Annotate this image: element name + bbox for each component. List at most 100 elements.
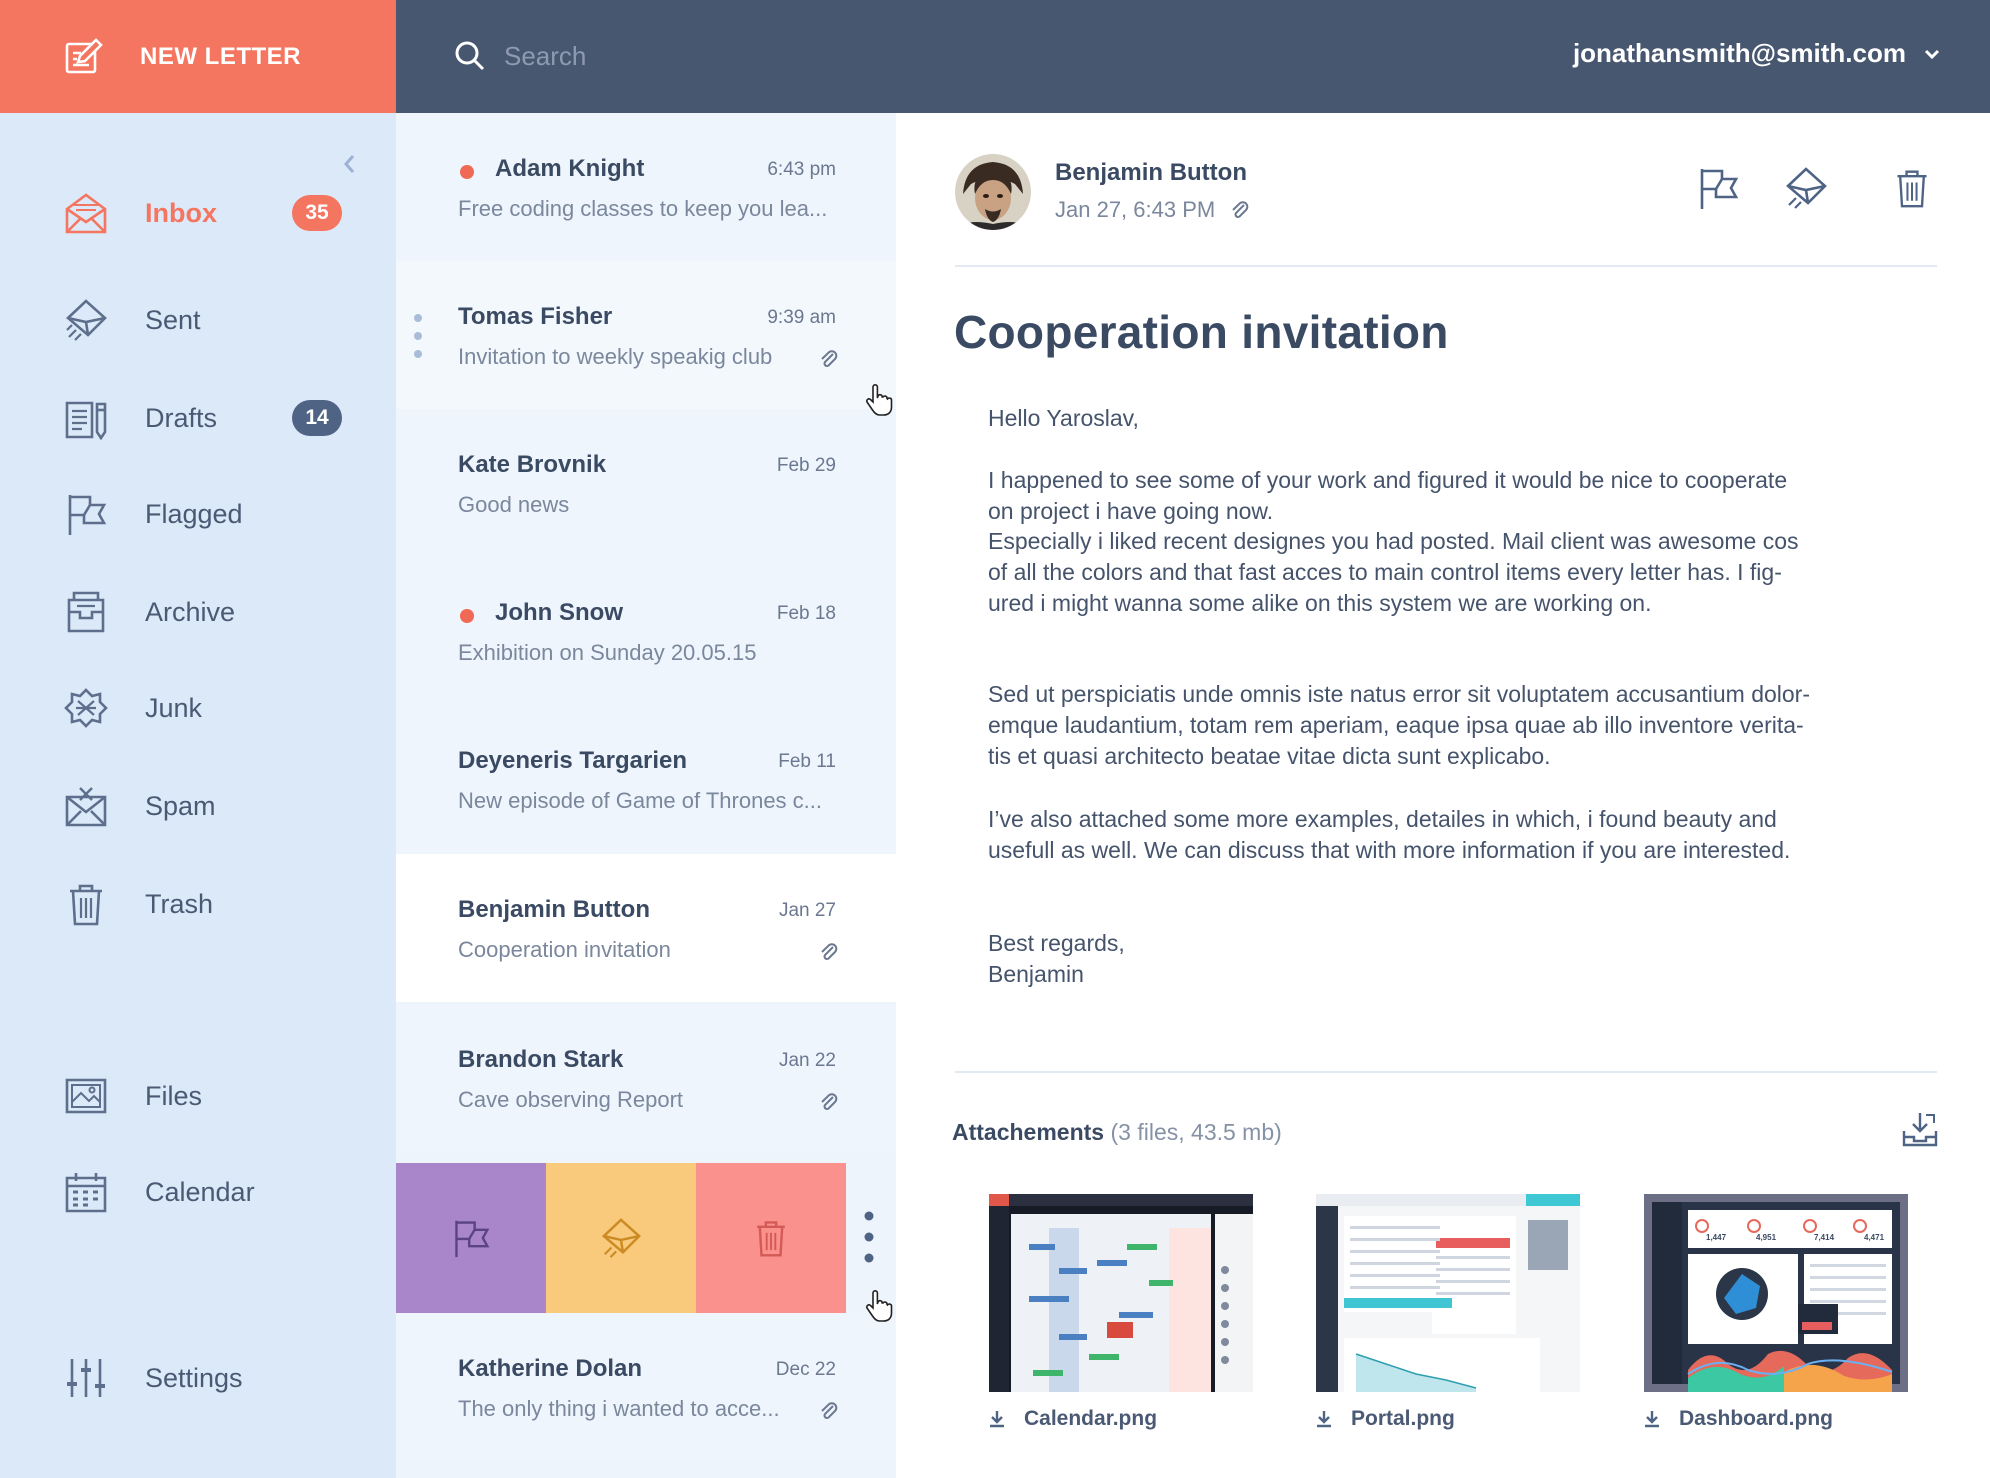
attachments-title: Attachements <box>952 1119 1105 1145</box>
message-sender: Adam Knight <box>495 155 645 182</box>
message-date: 6:43 pm <box>767 159 836 180</box>
attachment-icon <box>821 350 838 367</box>
sender-name: Benjamin Button <box>1055 159 1247 186</box>
body-line: I’ve also attached some more examples, d… <box>988 806 1777 832</box>
attachments-header: Attachements (3 files, 43.5 mb) <box>952 1119 1282 1146</box>
drag-handle-icon[interactable] <box>414 313 422 361</box>
body-line: Especially i liked recent designes you h… <box>988 528 1799 554</box>
attachment-filename: Portal.png <box>1351 1407 1455 1430</box>
sidebar-item-label: Trash <box>145 888 214 919</box>
message-row[interactable]: Tomas Fisher 9:39 am Invitation to weekl… <box>396 261 896 409</box>
sidebar: Inbox 35 Sent Drafts 14 Flagged Archive … <box>0 113 396 1478</box>
message-date: Jan 27 <box>778 900 836 921</box>
new-letter-button[interactable]: NEW LETTER <box>0 0 396 113</box>
attachment-icon <box>821 1093 838 1110</box>
delete-button[interactable] <box>1892 165 1936 213</box>
drafts-count-badge: 14 <box>292 400 342 436</box>
sidebar-item-files[interactable]: Files <box>0 1061 396 1131</box>
sidebar-item-junk[interactable]: Junk <box>0 673 396 743</box>
attachment-filename: Calendar.png <box>1024 1407 1158 1430</box>
message-date: Feb 29 <box>776 455 836 476</box>
sidebar-item-spam[interactable]: Spam <box>0 771 396 841</box>
attachment-icon <box>821 1402 838 1419</box>
message-row[interactable]: Kate Brovnik Feb 29 Good news <box>396 409 896 557</box>
mail-subject: Cooperation invitation <box>954 306 1449 358</box>
attachment-file-dashboard[interactable]: Dashboard.png <box>1644 1407 1833 1431</box>
message-sender: Deyeneris Targarien <box>458 747 687 774</box>
dashboard-stat-3: 7,414 <box>1814 1233 1835 1242</box>
download-icon <box>1317 1411 1331 1428</box>
sidebar-item-flagged[interactable]: Flagged <box>0 479 396 549</box>
sidebar-item-label: Flagged <box>145 498 243 529</box>
mail-paragraph: Especially i liked recent designes you h… <box>988 526 1908 619</box>
sidebar-item-archive[interactable]: Archive <box>0 577 396 647</box>
attachment-filename: Dashboard.png <box>1679 1407 1834 1430</box>
message-date: Jan 22 <box>778 1050 836 1071</box>
sidebar-item-inbox[interactable]: Inbox 35 <box>0 178 396 248</box>
unread-indicator <box>460 609 474 623</box>
message-date: Feb 11 <box>778 751 836 772</box>
hand-cursor-icon <box>866 384 893 416</box>
flag-icon <box>1700 169 1739 209</box>
sidebar-item-label: Spam <box>145 790 216 821</box>
sidebar-item-settings[interactable]: Settings <box>0 1343 396 1413</box>
mail-signature: Best regards, Benjamin <box>988 928 1908 990</box>
hand-cursor-icon <box>866 1290 893 1322</box>
body-line: on project i have going now. <box>988 498 1274 524</box>
chevron-down-icon <box>1924 49 1940 59</box>
inbox-count-badge: 35 <box>292 195 342 231</box>
attachment-file-calendar[interactable]: Calendar.png <box>989 1407 1157 1431</box>
message-row[interactable]: Brandon Stark Jan 22 Cave observing Repo… <box>396 1004 896 1152</box>
download-icon <box>1645 1411 1659 1428</box>
swipe-actions <box>396 1163 846 1313</box>
mark-read-button[interactable] <box>1784 165 1828 213</box>
swipe-mark-read-button[interactable] <box>546 1163 696 1313</box>
body-line: Benjamin <box>988 961 1084 987</box>
calendar-icon <box>64 1170 108 1214</box>
mail-paragraph: Sed ut perspiciatis unde omnis iste natu… <box>988 679 1908 772</box>
message-row[interactable]: Adam Knight 6:43 pm Free coding classes … <box>396 113 896 261</box>
trash-icon <box>757 1221 785 1257</box>
attachment-thumbnail-dashboard[interactable]: 1,447 4,951 7,414 4,471 <box>1644 1194 1908 1392</box>
body-line: emque laudantium, totam rem aperiam, eaq… <box>988 712 1804 738</box>
sidebar-item-calendar[interactable]: Calendar <box>0 1157 396 1227</box>
unread-indicator <box>460 165 474 179</box>
collapse-sidebar-icon[interactable] <box>338 149 360 179</box>
attachment-icon <box>1232 201 1249 218</box>
flag-button[interactable] <box>1696 165 1740 213</box>
account-menu[interactable]: jonathansmith@smith.com <box>1573 38 1940 69</box>
swipe-delete-button[interactable] <box>696 1163 846 1313</box>
attachment-file-portal[interactable]: Portal.png <box>1316 1407 1455 1431</box>
compose-icon <box>64 37 104 77</box>
message-sender: Brandon Stark <box>458 1046 624 1073</box>
reading-pane: Benjamin Button Jan 27, 6:43 PM Cooperat… <box>896 113 1990 1478</box>
attachment-thumbnail-calendar[interactable] <box>989 1194 1253 1392</box>
message-subject: Invitation to weekly speakig club <box>458 344 773 369</box>
attachments-divider <box>955 1071 1937 1073</box>
search-input[interactable] <box>504 32 1104 80</box>
sidebar-item-trash[interactable]: Trash <box>0 869 396 939</box>
sidebar-item-sent[interactable]: Sent <box>0 285 396 355</box>
message-sender: Tomas Fisher <box>458 303 613 330</box>
download-all-icon <box>1902 1113 1938 1147</box>
message-sender: Katherine Dolan <box>458 1355 643 1382</box>
message-row[interactable]: Deyeneris Targarien Feb 11 New episode o… <box>396 705 896 853</box>
more-options-icon[interactable] <box>864 1211 874 1263</box>
message-list: Adam Knight 6:43 pm Free coding classes … <box>396 113 896 1478</box>
download-all-button[interactable] <box>1902 1111 1938 1147</box>
attachment-thumbnail-portal[interactable] <box>1316 1194 1580 1392</box>
message-row-selected[interactable]: Benjamin Button Jan 27 Cooperation invit… <box>396 854 896 1002</box>
message-sender: Kate Brovnik <box>458 451 607 478</box>
message-row[interactable]: Katherine Dolan Dec 22 The only thing i … <box>396 1313 896 1461</box>
body-line: Sed ut perspiciatis unde omnis iste natu… <box>988 681 1811 707</box>
sidebar-item-drafts[interactable]: Drafts 14 <box>0 383 396 453</box>
settings-icon <box>64 1356 108 1400</box>
sidebar-item-label: Junk <box>145 692 203 723</box>
sent-icon <box>64 298 108 342</box>
sent-date: Jan 27, 6:43 PM <box>1055 197 1249 223</box>
message-date: 9:39 am <box>767 307 836 328</box>
swipe-flag-button[interactable] <box>396 1163 546 1313</box>
message-date: Dec 22 <box>775 1359 836 1380</box>
message-row[interactable]: John Snow Feb 18 Exhibition on Sunday 20… <box>396 557 896 705</box>
sent-date-text: Jan 27, 6:43 PM <box>1055 197 1216 222</box>
